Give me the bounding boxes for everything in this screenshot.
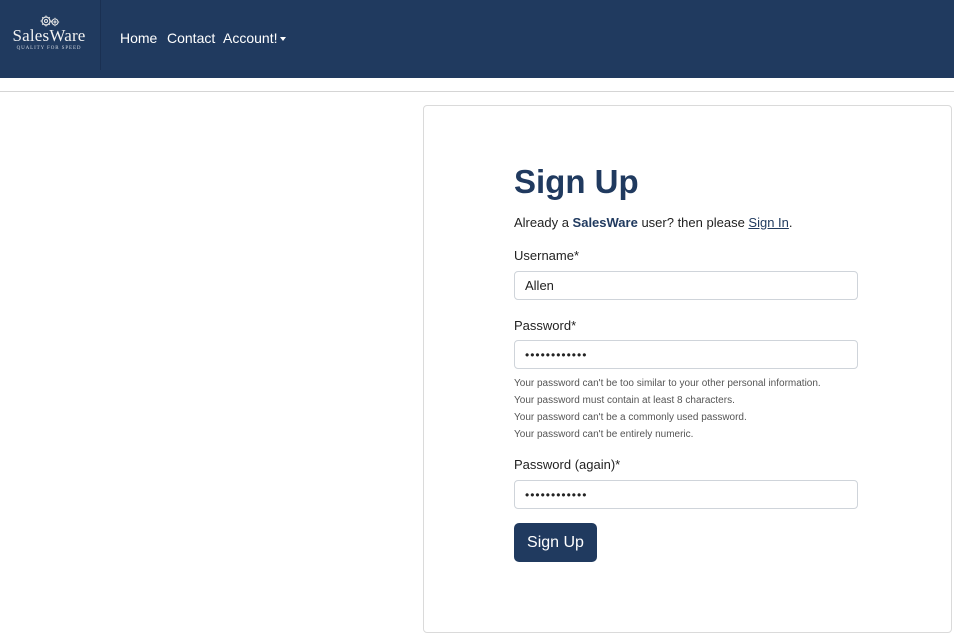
brand-logo[interactable]: SalesWare QUALITY FOR SPEED	[0, 0, 101, 70]
signin-link[interactable]: Sign In	[748, 215, 788, 230]
intro-prefix: Already a	[514, 215, 573, 230]
password-again-label: Password (again)*	[514, 457, 621, 472]
password-input[interactable]: ••••••••••••	[514, 340, 858, 369]
username-value: Allen	[525, 278, 554, 293]
password-value: ••••••••••••	[525, 348, 588, 362]
intro-brand: SalesWare	[572, 215, 638, 230]
nav-account-dropdown[interactable]: Account!	[223, 30, 277, 46]
username-label: Username*	[514, 248, 580, 263]
signup-card	[423, 105, 952, 633]
brand-name: SalesWare	[12, 26, 86, 45]
password-again-input[interactable]: ••••••••••••	[514, 480, 858, 509]
brand-tagline: QUALITY FOR SPEED	[16, 46, 82, 51]
signin-prompt: Already a SalesWare user? then please Si…	[514, 215, 793, 230]
signup-button[interactable]: Sign Up	[514, 523, 597, 562]
password-help-item: Your password can't be entirely numeric.	[514, 429, 694, 440]
intro-suffix: .	[788, 215, 793, 230]
password-help-item: Your password can't be too similar to yo…	[514, 378, 821, 389]
top-navbar: SalesWare QUALITY FOR SPEED Home Contact…	[0, 0, 954, 78]
nav-home-link[interactable]: Home	[120, 30, 157, 46]
caret-down-icon[interactable]	[280, 37, 286, 41]
password-label: Password*	[514, 318, 577, 333]
page-title: Sign Up	[514, 163, 639, 200]
password-help-item: Your password can't be a commonly used p…	[514, 412, 747, 423]
password-again-value: ••••••••••••	[525, 488, 588, 502]
nav-contact-link[interactable]: Contact	[167, 30, 215, 46]
password-help-item: Your password must contain at least 8 ch…	[514, 395, 735, 406]
header-divider	[0, 91, 954, 92]
intro-middle: user? then please	[637, 215, 749, 230]
username-input[interactable]: Allen	[514, 271, 858, 300]
password-help-list: Your password can't be too similar to yo…	[514, 375, 821, 443]
